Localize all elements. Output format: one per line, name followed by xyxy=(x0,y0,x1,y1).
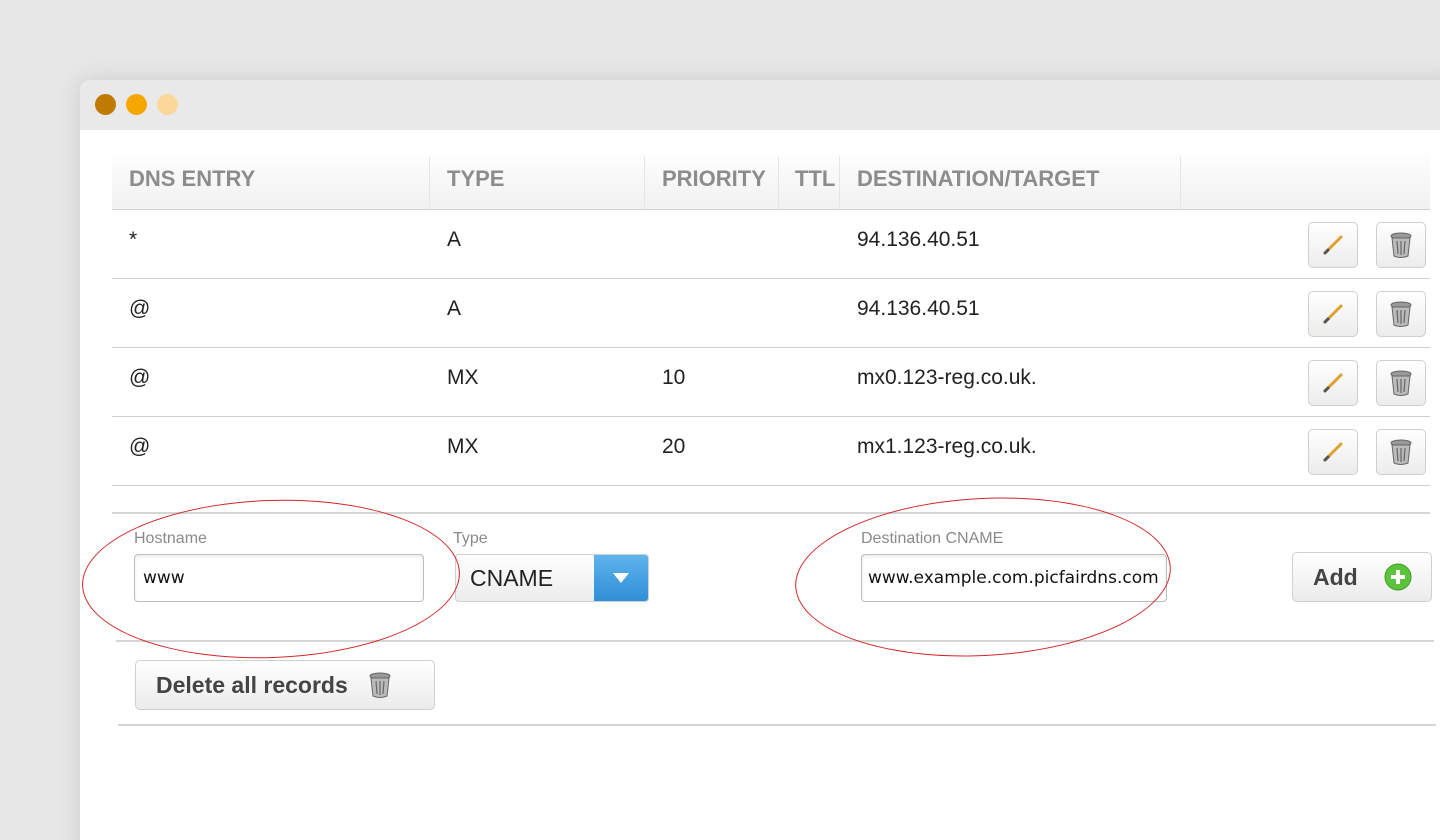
window-titlebar xyxy=(80,80,1440,130)
dns-record-row: @ A 94.136.40.51 xyxy=(112,279,1430,348)
delete-all-label: Delete all records xyxy=(156,671,348,698)
pencil-icon xyxy=(1323,235,1343,255)
header-type: TYPE xyxy=(447,166,505,191)
add-record-button[interactable]: Add xyxy=(1292,552,1432,602)
hostname-label: Hostname xyxy=(134,530,207,547)
edit-record-button[interactable] xyxy=(1308,360,1358,406)
record-entry: * xyxy=(129,228,138,251)
trash-icon xyxy=(1390,439,1412,465)
trash-icon xyxy=(1390,301,1412,327)
window-minimize-dot[interactable] xyxy=(126,94,147,115)
chevron-down-icon[interactable] xyxy=(594,555,648,601)
record-destination: 94.136.40.51 xyxy=(857,297,980,320)
record-destination: mx0.123-reg.co.uk. xyxy=(857,366,1037,389)
pencil-icon xyxy=(1323,442,1343,462)
destination-label: Destination CNAME xyxy=(861,530,1004,547)
record-entry: @ xyxy=(129,366,151,389)
header-divider xyxy=(429,156,430,210)
hostname-input[interactable]: www xyxy=(134,554,424,602)
header-divider xyxy=(778,156,779,210)
form-divider xyxy=(112,512,1430,514)
delete-record-button[interactable] xyxy=(1376,360,1426,406)
record-priority: 20 xyxy=(662,435,686,458)
pencil-icon xyxy=(1323,373,1343,393)
dns-records-panel: DNS ENTRY TYPE PRIORITY TTL DESTINATION/… xyxy=(80,130,1440,840)
delete-record-button[interactable] xyxy=(1376,291,1426,337)
delete-all-records-button[interactable]: Delete all records xyxy=(135,660,435,710)
record-destination: 94.136.40.51 xyxy=(857,228,980,251)
record-entry: @ xyxy=(129,435,151,458)
trash-icon xyxy=(1390,370,1412,396)
trash-icon xyxy=(369,672,391,698)
header-dns-entry: DNS ENTRY xyxy=(129,166,256,191)
record-type: MX xyxy=(447,366,479,389)
header-divider xyxy=(839,156,840,210)
dns-record-row: @ MX 20 mx1.123-reg.co.uk. xyxy=(112,417,1430,486)
dns-record-row: @ MX 10 mx0.123-reg.co.uk. xyxy=(112,348,1430,417)
record-priority: 10 xyxy=(662,366,686,389)
delete-record-button[interactable] xyxy=(1376,222,1426,268)
type-select-value: CNAME xyxy=(470,564,554,591)
edit-record-button[interactable] xyxy=(1308,429,1358,475)
window-maximize-dot[interactable] xyxy=(157,94,178,115)
record-type: A xyxy=(447,228,462,251)
record-destination: mx1.123-reg.co.uk. xyxy=(857,435,1037,458)
browser-window: DNS ENTRY TYPE PRIORITY TTL DESTINATION/… xyxy=(80,80,1440,840)
pencil-icon xyxy=(1323,304,1343,324)
header-ttl: TTL xyxy=(795,166,836,191)
form-divider xyxy=(118,724,1436,726)
plus-circle-icon xyxy=(1384,563,1412,591)
dns-record-row: * A 94.136.40.51 xyxy=(112,210,1430,279)
header-divider xyxy=(644,156,645,210)
window-close-dot[interactable] xyxy=(95,94,116,115)
record-type: A xyxy=(447,297,462,320)
destination-input[interactable]: www.example.com.picfairdns.com xyxy=(861,554,1167,602)
record-entry: @ xyxy=(129,297,151,320)
header-destination: DESTINATION/TARGET xyxy=(857,166,1100,191)
add-button-label: Add xyxy=(1313,563,1358,590)
header-priority: PRIORITY xyxy=(662,166,766,191)
dns-table-header: DNS ENTRY TYPE PRIORITY TTL DESTINATION/… xyxy=(112,148,1430,210)
record-type: MX xyxy=(447,435,479,458)
type-select[interactable]: CNAME xyxy=(455,554,649,602)
trash-icon xyxy=(1390,232,1412,258)
edit-record-button[interactable] xyxy=(1308,291,1358,337)
type-label: Type xyxy=(453,530,488,547)
form-divider xyxy=(116,640,1434,642)
header-divider xyxy=(1180,156,1181,210)
edit-record-button[interactable] xyxy=(1308,222,1358,268)
delete-record-button[interactable] xyxy=(1376,429,1426,475)
